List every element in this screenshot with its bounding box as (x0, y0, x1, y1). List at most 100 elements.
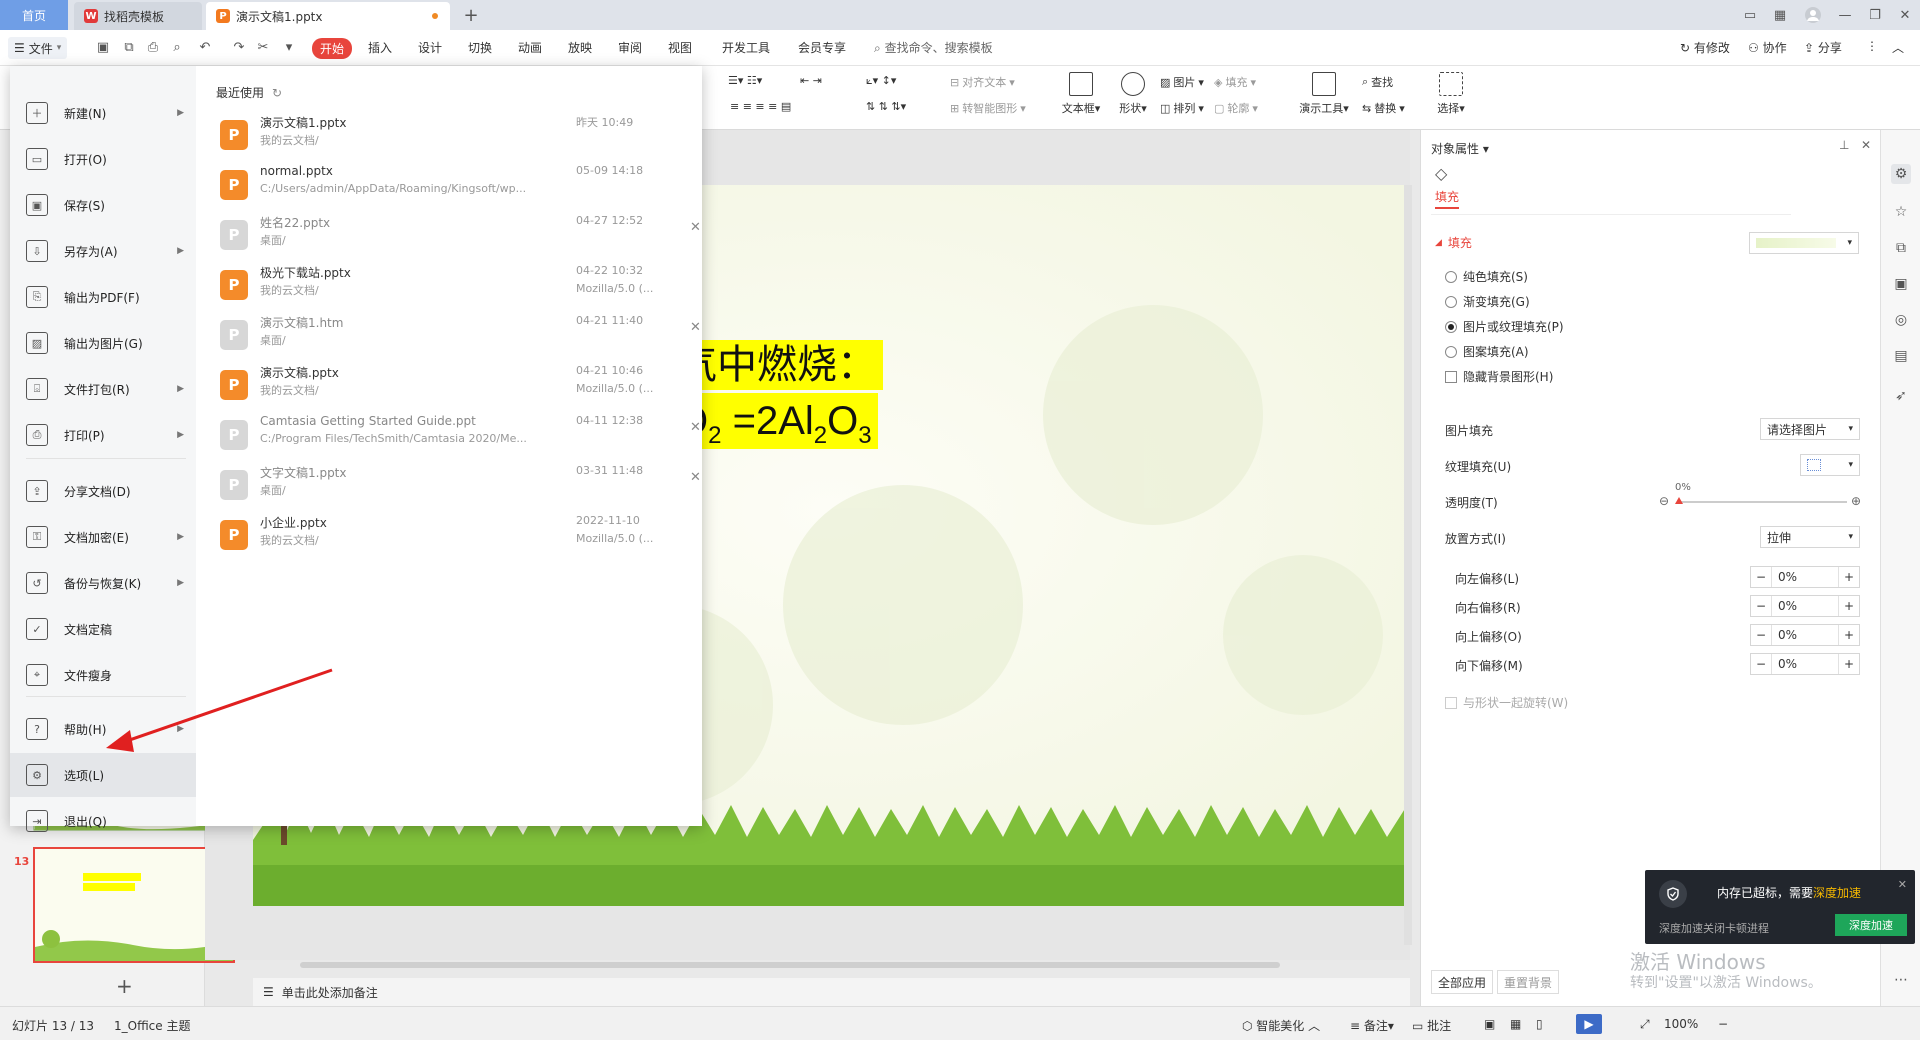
file-menu-button[interactable]: ☰ 文件 ▾ (8, 37, 68, 59)
smart-shape-button[interactable]: ⊞ 转智能图形 ▾ (950, 100, 1026, 116)
offset-top-value[interactable]: 0% (1771, 625, 1839, 645)
fill-option-picture[interactable]: 图片或纹理填充(P) (1445, 318, 1564, 335)
add-slide-button[interactable]: + (116, 974, 133, 998)
remove-recent-icon[interactable]: ✕ (690, 320, 701, 335)
collaborate-button[interactable]: ⚇ 协作 (1748, 39, 1787, 56)
file-menu-open[interactable]: ▭ 打开(O) (10, 137, 196, 181)
tab-design[interactable]: 设计 (418, 39, 442, 56)
grid-icon[interactable]: ▦ (1765, 0, 1795, 30)
plus-icon[interactable]: + (1839, 657, 1859, 671)
replace-button[interactable]: ⇆ 替换 ▾ (1362, 100, 1405, 116)
tab-developer[interactable]: 开发工具 (722, 39, 770, 56)
offset-left-value[interactable]: 0% (1771, 567, 1839, 587)
file-menu-new[interactable]: ＋ 新建(N) ▶ (10, 91, 196, 135)
offset-top-stepper[interactable]: −0% + (1750, 624, 1860, 646)
more-chevron-icon[interactable]: ▾ (280, 38, 298, 56)
file-menu-print[interactable]: ⎙ 打印(P) ▶ (10, 413, 196, 457)
save-icon[interactable]: ▣ (94, 38, 112, 56)
offset-bottom-value[interactable]: 0% (1771, 654, 1839, 674)
location-icon[interactable]: ◎ (1891, 310, 1911, 330)
tab-start[interactable]: 开始 (312, 38, 353, 59)
slide-text-line1[interactable]: 气中燃烧： (671, 340, 883, 390)
recent-file-row[interactable]: P 姓名22.pptx 桌面/04-27 12:52 ✕ (216, 210, 701, 260)
command-search[interactable]: ⌕ 查找命令、搜索模板 (874, 39, 993, 56)
smart-beautify-button[interactable]: ⬡ 智能美化 ︿ (1242, 1017, 1320, 1034)
tab-document[interactable]: P 演示文稿1.pptx (206, 2, 450, 30)
recent-file-row[interactable]: P 演示文稿1.pptx 我的云文档/昨天 10:49 (216, 110, 692, 160)
file-menu-package[interactable]: ⌺ 文件打包(R) ▶ (10, 367, 196, 411)
remove-recent-icon[interactable]: ✕ (690, 420, 701, 435)
layout-icon[interactable]: ▭ (1735, 0, 1765, 30)
zoom-level[interactable]: 100% (1664, 1017, 1698, 1031)
more-horizontal-icon[interactable]: ⋯ (1891, 970, 1911, 990)
tab-insert[interactable]: 插入 (368, 39, 392, 56)
picture-button[interactable]: ▨ 图片 ▾ (1160, 74, 1204, 90)
minus-icon[interactable]: − (1751, 657, 1771, 671)
fill-option-gradient[interactable]: 渐变填充(G) (1445, 293, 1530, 310)
find-button[interactable]: ⌕ 查找 (1362, 74, 1393, 90)
present-tool-button[interactable]: 演示工具▾ (1296, 72, 1352, 116)
transparency-slider[interactable] (1675, 497, 1847, 504)
print-icon[interactable]: ⎙ (144, 38, 162, 56)
file-menu-slim[interactable]: ⌖ 文件瘦身 (10, 653, 196, 697)
checkbox-hide-bg[interactable] (1445, 370, 1457, 383)
radio-solid[interactable] (1445, 270, 1457, 283)
format-painter-icon[interactable]: ✂ (254, 38, 272, 56)
normal-view-icon[interactable]: ▣ (1484, 1017, 1495, 1031)
fill-option-pattern[interactable]: 图案填充(A) (1445, 343, 1529, 360)
fit-icon[interactable]: ⤢ (1640, 1017, 1650, 1032)
new-tab-button[interactable]: + (460, 4, 482, 26)
share-button[interactable]: ⇪ 分享 (1804, 39, 1842, 56)
book-icon[interactable]: ▤ (1891, 346, 1911, 366)
rocket-icon[interactable]: ➶ (1891, 386, 1911, 406)
recent-file-row[interactable]: P 演示文稿1.htm 桌面/04-21 11:40 ✕ (216, 310, 701, 360)
file-menu-save[interactable]: ▣ 保存(S) (10, 183, 196, 227)
zoom-out-icon[interactable]: − (1718, 1017, 1728, 1031)
collapse-ribbon-icon[interactable]: ︿ (1892, 39, 1904, 56)
play-slideshow-icon[interactable]: ▶ (1576, 1014, 1602, 1034)
tab-home[interactable]: 首页 (0, 0, 68, 30)
file-menu-share[interactable]: ⇪ 分享文档(D) (10, 469, 196, 513)
transparency-plus-icon[interactable]: ⊕ (1851, 494, 1861, 508)
pin-icon[interactable]: ⊥ (1839, 138, 1849, 152)
fill-option-solid[interactable]: 纯色填充(S) (1445, 268, 1528, 285)
fill-section-header[interactable]: ◢ 填充 (1435, 234, 1472, 251)
star-icon[interactable]: ☆ (1891, 202, 1911, 222)
reading-view-icon[interactable]: ▯ (1536, 1017, 1543, 1031)
deep-accelerate-button[interactable]: 深度加速 (1835, 914, 1907, 936)
tab-animation[interactable]: 动画 (518, 39, 542, 56)
avatar[interactable] (1798, 0, 1828, 30)
recent-file-row[interactable]: P 文字文稿1.pptx 桌面/03-31 11:48 ✕ (216, 460, 701, 510)
offset-left-stepper[interactable]: −0% + (1750, 566, 1860, 588)
texture-fill-dropdown[interactable]: ▾ (1800, 454, 1860, 476)
transparency-minus-icon[interactable]: ⊖ (1659, 494, 1669, 508)
plus-icon[interactable]: + (1839, 599, 1859, 613)
minus-icon[interactable]: − (1751, 570, 1771, 584)
file-menu-options[interactable]: ⚙ 选项(L) (10, 753, 196, 797)
file-menu-save-as[interactable]: ⇩ 另存为(A) ▶ (10, 229, 196, 273)
plus-icon[interactable]: + (1839, 628, 1859, 642)
paragraph-align-icon[interactable]: ≡ ≡ ≡ ≡ ▤ (730, 100, 791, 113)
file-menu-encrypt[interactable]: ⚿ 文档加密(E) ▶ (10, 515, 196, 559)
vertical-scrollbar[interactable] (1404, 185, 1412, 945)
export-icon[interactable]: ⧉ (120, 38, 138, 56)
file-menu-export-pdf[interactable]: ⎘ 输出为PDF(F) (10, 275, 196, 319)
recent-file-row[interactable]: P 演示文稿.pptx 我的云文档/04-21 10:46 Mozilla/5.0 (… (216, 360, 692, 410)
copy-icon[interactable]: ⧉ (1891, 238, 1911, 258)
recent-file-row[interactable]: P 极光下载站.pptx 我的云文档/04-22 10:32 Mozilla/5.0 … (216, 260, 692, 310)
placement-dropdown[interactable]: 拉伸 ▾ (1760, 526, 1860, 548)
panel-title[interactable]: 对象属性 ▾ (1431, 140, 1489, 157)
image-icon[interactable]: ▣ (1891, 274, 1911, 294)
file-menu-export-image[interactable]: ▨ 输出为图片(G) (10, 321, 196, 365)
notify-close-icon[interactable]: ✕ (1898, 878, 1907, 891)
rotate-with-shape-checkbox[interactable]: 与形状一起旋转(W) (1445, 694, 1568, 711)
select-button[interactable]: 选择▾ (1428, 72, 1474, 116)
offset-right-value[interactable]: 0% (1771, 596, 1839, 616)
offset-right-stepper[interactable]: −0% + (1750, 595, 1860, 617)
tab-member[interactable]: 会员专享 (798, 39, 846, 56)
arrange-button[interactable]: ◫ 排列 ▾ (1160, 100, 1204, 116)
horizontal-scrollbar[interactable] (260, 958, 1400, 972)
line-spacing-icon[interactable]: ⇅ ⇅ ⇅▾ (866, 100, 906, 113)
notes-toggle-button[interactable]: ≡ 备注▾ (1350, 1017, 1394, 1034)
offset-bottom-stepper[interactable]: −0% + (1750, 653, 1860, 675)
